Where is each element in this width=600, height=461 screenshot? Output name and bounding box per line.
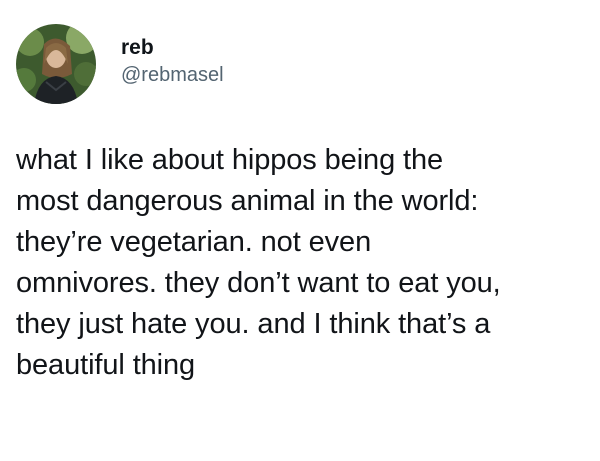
tweet-text: what I like about hippos being the most …	[16, 140, 586, 386]
author-names: reb @rebmasel	[121, 35, 224, 88]
tweet-text-line: most dangerous animal in the world:	[16, 185, 479, 217]
tweet-text-line: omnivores. they don’t want to eat you,	[16, 267, 501, 299]
display-name[interactable]: reb	[121, 35, 224, 61]
tweet-card: reb @rebmasel what I like about hippos b…	[0, 0, 600, 461]
tweet-text-line: what I like about hippos being the	[16, 144, 444, 176]
tweet-header: reb @rebmasel	[16, 24, 224, 104]
user-handle[interactable]: @rebmasel	[121, 62, 224, 88]
tweet-text-line: they just hate you. and I think that’s a	[16, 308, 491, 340]
profile-photo-icon	[16, 24, 96, 104]
avatar[interactable]	[16, 24, 96, 104]
tweet-text-line: they’re vegetarian. not even	[16, 226, 372, 258]
tweet-text-line: beautiful thing	[16, 349, 196, 381]
